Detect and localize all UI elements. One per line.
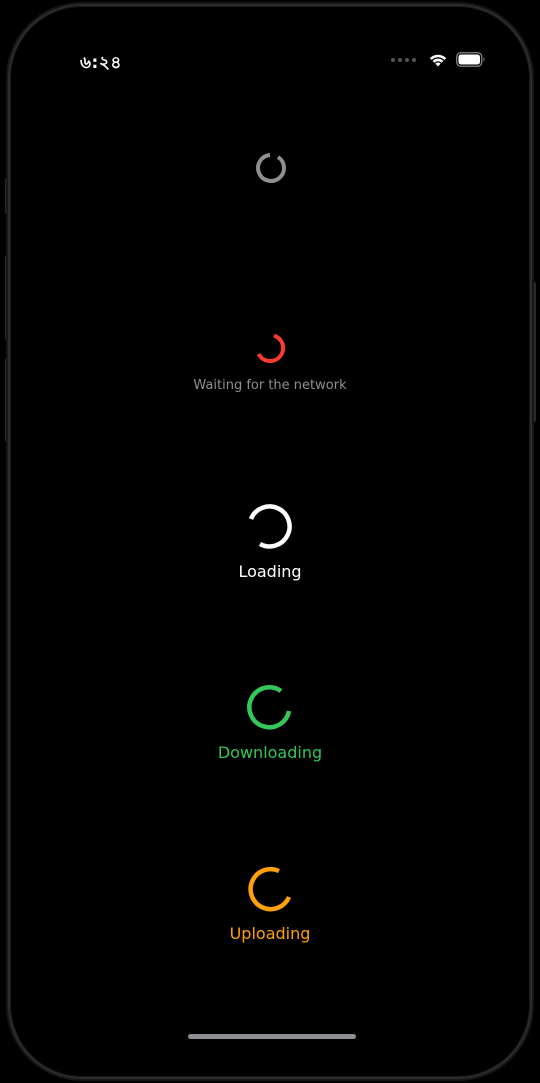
cellular-signal-icon [391, 57, 416, 62]
spinner-label: Loading [238, 562, 302, 581]
spinner-block-1 [14, 150, 526, 186]
status-time: ৬:২৪ [80, 53, 122, 73]
activity-spinner-icon [247, 685, 292, 730]
activity-spinner-icon [256, 153, 286, 183]
device-stage: ৬:২৪ Waiting for the network Loading Dow… [0, 0, 540, 1083]
spinner-label: Downloading [217, 743, 323, 762]
spinner-block-5: Uploading [14, 864, 526, 943]
battery-icon [456, 52, 485, 67]
spinner-label: Uploading [229, 924, 311, 943]
activity-spinner-icon [248, 504, 292, 549]
spinner-label: Waiting for the network [193, 378, 347, 393]
power-button [531, 282, 536, 422]
spinner-block-3: Loading [14, 502, 526, 581]
spinner-block-2: Waiting for the network [14, 330, 526, 393]
activity-spinner-icon [256, 333, 286, 364]
screen: ৬:২৪ Waiting for the network Loading Dow… [14, 10, 526, 1073]
home-indicator[interactable] [188, 1034, 356, 1039]
activity-spinner-icon [248, 866, 292, 912]
spinner-block-4: Downloading [14, 683, 526, 762]
status-indicators [391, 52, 486, 67]
wifi-icon [429, 54, 447, 67]
